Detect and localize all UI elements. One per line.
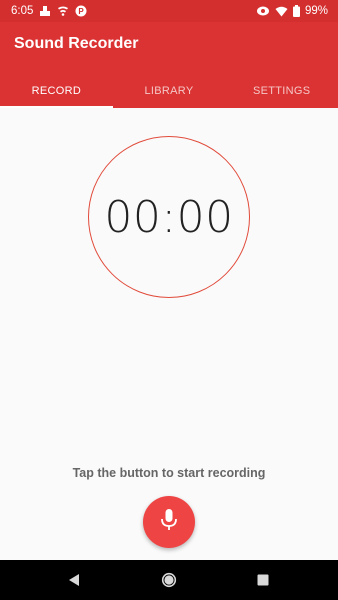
app-title: Sound Recorder (14, 35, 139, 52)
status-right: 99% (256, 5, 328, 17)
tab-library[interactable]: LIBRARY (113, 74, 226, 108)
app-screen: 6:05 P 99% Sound Recorder RECORD LIBRARY… (0, 0, 338, 600)
tab-bar: RECORD LIBRARY SETTINGS (0, 74, 338, 108)
data-saver-icon (256, 5, 270, 17)
recents-icon[interactable] (255, 572, 271, 588)
app-bar: Sound Recorder RECORD LIBRARY SETTINGS (0, 22, 338, 108)
svg-text:P: P (79, 7, 85, 16)
cast-icon (57, 5, 69, 17)
status-left: 6:05 P (11, 5, 87, 17)
battery-icon (292, 5, 300, 17)
status-bar: 6:05 P 99% (0, 0, 338, 22)
parking-icon: P (75, 5, 87, 17)
navigation-bar (0, 560, 338, 600)
notification-icon (39, 5, 51, 17)
timer-circle: 00:00 (88, 136, 250, 298)
record-hint: Tap the button to start recording (72, 466, 266, 480)
battery-percent: 99% (304, 5, 328, 17)
home-icon[interactable] (161, 572, 177, 588)
tab-settings[interactable]: SETTINGS (225, 74, 338, 108)
tab-record[interactable]: RECORD (0, 74, 113, 108)
record-button[interactable] (143, 496, 195, 548)
status-time: 6:05 (11, 5, 34, 17)
microphone-icon (160, 508, 178, 537)
back-icon[interactable] (66, 572, 82, 588)
wifi-icon (275, 6, 288, 17)
timer-display: 00:00 (104, 191, 234, 243)
